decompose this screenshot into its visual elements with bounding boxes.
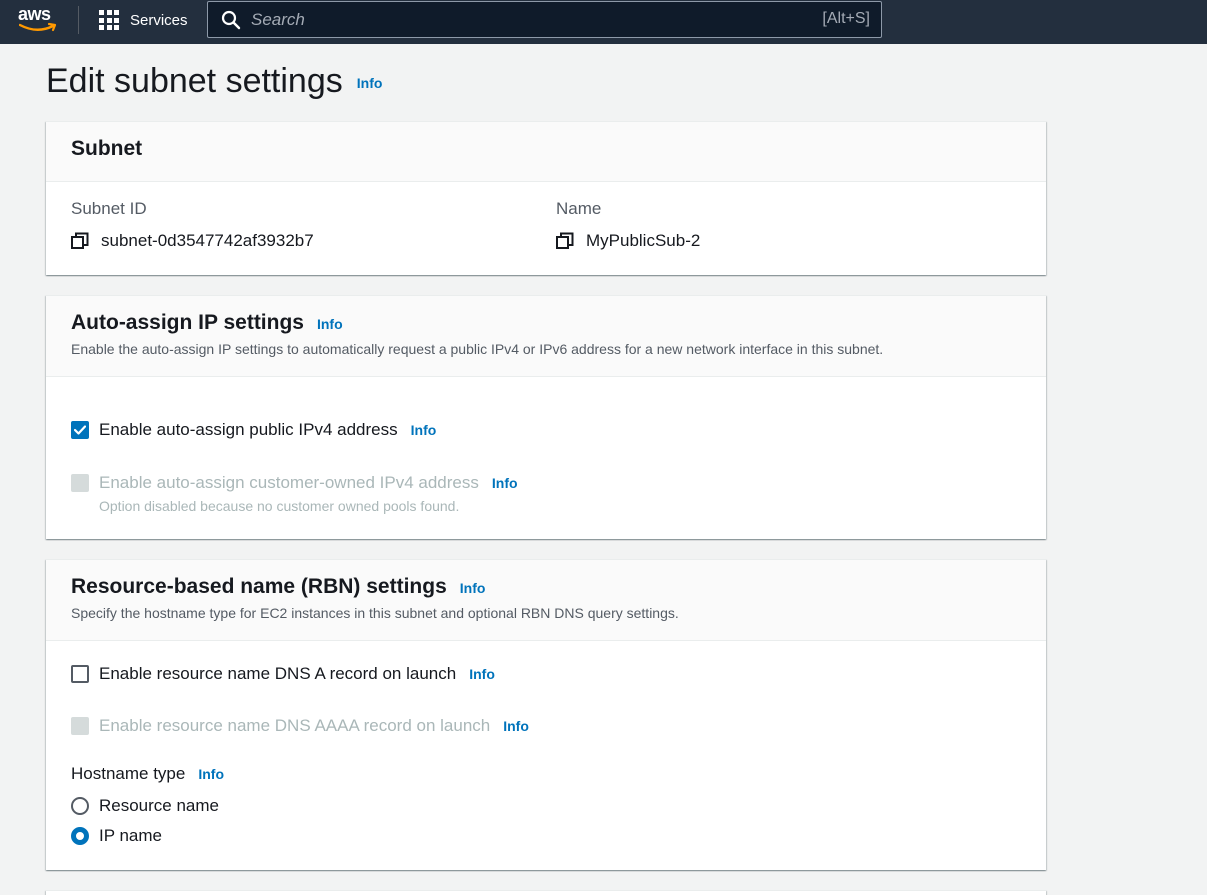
- hostname-resource-name-label[interactable]: Resource name: [99, 796, 219, 816]
- page-title-text: Edit subnet settings: [46, 62, 343, 100]
- grid-icon: [99, 10, 119, 30]
- subnet-card: Subnet Subnet ID subnet-0d3547742af3932b…: [46, 121, 1046, 275]
- hostname-type-label: Hostname type Info: [71, 764, 224, 784]
- subnet-id-value-row: subnet-0d3547742af3932b7: [71, 231, 314, 251]
- copy-icon[interactable]: [556, 232, 574, 250]
- subnet-id-field: Subnet ID subnet-0d3547742af3932b7: [71, 199, 314, 251]
- aws-logo[interactable]: aws: [18, 4, 58, 38]
- subnet-id-label: Subnet ID: [71, 199, 147, 218]
- subnet-id-value: subnet-0d3547742af3932b7: [101, 231, 314, 250]
- hostname-resource-name-option[interactable]: Resource name: [71, 796, 219, 816]
- copy-icon[interactable]: [71, 232, 89, 250]
- dns-a-record-info-link[interactable]: Info: [469, 666, 495, 682]
- auto-assign-info-link[interactable]: Info: [317, 316, 343, 332]
- rbn-title-text: Resource-based name (RBN) settings: [71, 575, 447, 598]
- auto-assign-title-text: Auto-assign IP settings: [71, 311, 304, 334]
- rbn-card-header: Resource-based name (RBN) settings Info …: [46, 560, 1046, 641]
- rbn-info-link[interactable]: Info: [460, 580, 486, 596]
- subnet-card-header: Subnet: [46, 122, 1046, 182]
- dns-aaaa-record-info-link[interactable]: Info: [503, 718, 529, 734]
- hostname-ip-name-radio[interactable]: [71, 827, 89, 845]
- auto-assign-customer-owned-ipv4-label: Enable auto-assign customer-owned IPv4 a…: [99, 473, 479, 492]
- subnet-name-value: MyPublicSub-2: [586, 231, 701, 250]
- dns-a-record-label[interactable]: Enable resource name DNS A record on lau…: [99, 664, 456, 684]
- page-title: Edit subnet settings Info: [46, 62, 382, 101]
- top-navigation-bar: aws Services [Alt+S]: [0, 0, 1207, 44]
- checkmark-icon: [74, 425, 86, 435]
- subnet-name-value-row: MyPublicSub-2: [556, 231, 700, 251]
- auto-assign-card-title: Auto-assign IP settings Info: [71, 311, 1021, 335]
- rbn-card-title: Resource-based name (RBN) settings Info: [71, 575, 1021, 599]
- dns-a-record-option: Enable resource name DNS A record on lau…: [71, 664, 495, 684]
- search-shortcut-hint: [Alt+S]: [822, 10, 870, 27]
- dns-aaaa-record-label: Enable resource name DNS AAAA record on …: [99, 716, 491, 735]
- hostname-ip-name-option[interactable]: IP name: [71, 826, 162, 846]
- auto-assign-public-ipv4-label[interactable]: Enable auto-assign public IPv4 address: [99, 420, 398, 440]
- auto-assign-ip-card: Auto-assign IP settings Info Enable the …: [46, 295, 1046, 539]
- auto-assign-customer-owned-ipv4-option: Enable auto-assign customer-owned IPv4 a…: [71, 473, 518, 493]
- services-label: Services: [130, 11, 188, 29]
- auto-assign-public-ipv4-info-link[interactable]: Info: [411, 422, 437, 438]
- hostname-resource-name-radio[interactable]: [71, 797, 89, 815]
- auto-assign-public-ipv4-option: Enable auto-assign public IPv4 address I…: [71, 420, 436, 440]
- hostname-type-text: Hostname type: [71, 764, 186, 783]
- dns-aaaa-record-checkbox: [71, 717, 89, 735]
- auto-assign-customer-owned-ipv4-checkbox: [71, 474, 89, 492]
- next-settings-card: [46, 890, 1046, 895]
- hostname-type-info-link[interactable]: Info: [198, 766, 224, 782]
- search-input[interactable]: [251, 8, 791, 32]
- customer-owned-ipv4-hint: Option disabled because no customer owne…: [99, 498, 460, 514]
- rbn-description: Specify the hostname type for EC2 instan…: [71, 605, 679, 621]
- nav-divider: [78, 6, 79, 34]
- services-menu-button[interactable]: Services: [99, 8, 188, 32]
- auto-assign-description: Enable the auto-assign IP settings to au…: [71, 341, 884, 357]
- auto-assign-public-ipv4-checkbox[interactable]: [71, 421, 89, 439]
- subnet-card-title: Subnet: [71, 137, 143, 160]
- subnet-name-field: Name MyPublicSub-2: [556, 199, 700, 251]
- aws-smile-icon: [19, 22, 57, 32]
- search-bar[interactable]: [Alt+S]: [207, 1, 882, 38]
- hostname-ip-name-label[interactable]: IP name: [99, 826, 162, 846]
- auto-assign-customer-owned-ipv4-info-link[interactable]: Info: [492, 475, 518, 491]
- subnet-name-label: Name: [556, 199, 602, 218]
- dns-a-record-checkbox[interactable]: [71, 665, 89, 683]
- page-info-link[interactable]: Info: [357, 75, 383, 91]
- search-icon: [221, 10, 241, 30]
- rbn-settings-card: Resource-based name (RBN) settings Info …: [46, 559, 1046, 870]
- auto-assign-card-header: Auto-assign IP settings Info Enable the …: [46, 296, 1046, 377]
- dns-aaaa-record-option: Enable resource name DNS AAAA record on …: [71, 716, 529, 736]
